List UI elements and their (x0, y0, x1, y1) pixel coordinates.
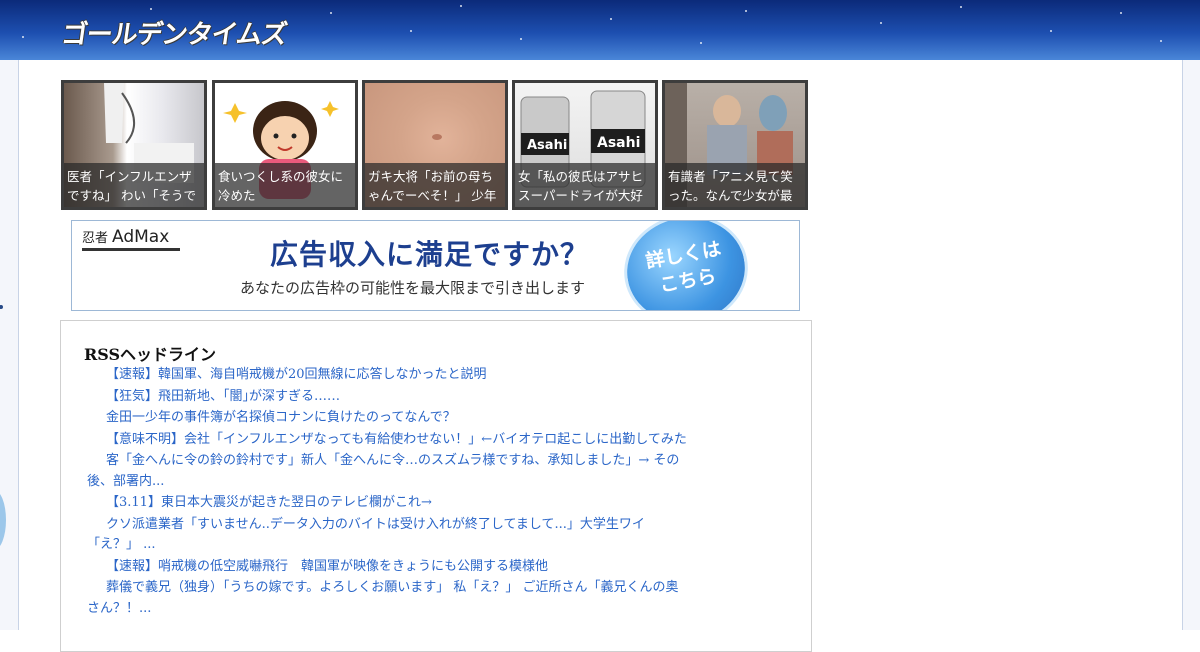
svg-text:Asahi: Asahi (597, 135, 640, 151)
rss-headline-box: RSSヘッドライン 【速報】韓国軍、海自哨戒機が20回無線に応答しなかったと説明… (60, 320, 812, 652)
thumbnail-card[interactable]: 医者「インフルエンザですね」 わい「そうで (61, 80, 207, 210)
right-decoration (1182, 60, 1200, 630)
rss-link[interactable]: 【狂気】飛田新地、｢闇｣が深すぎる‥‥‥ (87, 387, 687, 408)
thumbnail-card[interactable]: ガキ大将「お前の母ちゃんでーべそ！」 少年 (362, 80, 508, 210)
svg-text:Asahi: Asahi (527, 138, 567, 153)
site-header: ゴールデンタイムズ (0, 0, 1200, 60)
ad-brand-underline (82, 248, 180, 251)
ad-headline: 広告収入に満足ですか？ (270, 238, 590, 271)
rss-link[interactable]: 【速報】韓国軍、海自哨戒機が20回無線に応答しなかったと説明 (87, 365, 687, 386)
decoration-arc (0, 490, 6, 550)
ad-brand: 忍者 AdMax (82, 227, 169, 247)
decoration-dot (0, 305, 3, 309)
rss-link[interactable]: 【意味不明】会社「インフルエンザなっても有給使わせない！」←バイオテロ起こしに出… (87, 430, 687, 451)
rss-link[interactable]: 金田一少年の事件簿が名探偵コナンに負けたのってなんで？ (87, 408, 687, 429)
rss-link[interactable]: 【速報】哨戒機の低空威嚇飛行 韓国軍が映像をきょうにも公開する模様他 (87, 557, 687, 578)
thumbnail-caption: ガキ大将「お前の母ちゃんでーべそ！」 少年 (365, 163, 505, 207)
thumbnail-caption: 女「私の彼氏はアサヒスーパードライが大好 (515, 163, 655, 207)
thumbnail-card[interactable]: 有識者「アニメ見て笑った。なんで少女が最 (662, 80, 808, 210)
featured-thumbnails: 医者「インフルエンザですね」 わい「そうで 食いつくし系の彼女に冷めた ガキ大将… (61, 80, 811, 210)
rss-link[interactable]: 葬儀で義兄（独身）「うちの嫁です。よろしくお願います」 私「え？」 ご近所さん「… (87, 578, 687, 619)
rss-list: 【速報】韓国軍、海自哨戒機が20回無線に応答しなかったと説明 【狂気】飛田新地、… (87, 365, 687, 620)
thumbnail-card[interactable]: 食いつくし系の彼女に冷めた (212, 80, 358, 210)
rss-link[interactable]: 【3.11】東日本大震災が起きた翌日のテレビ欄がこれ→ (87, 493, 687, 514)
ad-brand-name: AdMax (112, 227, 170, 247)
rss-link[interactable]: 客「金へんに令の鈴の鈴村です」新人「金へんに令…のスズムラ様ですね、承知しました… (87, 451, 687, 492)
ad-details-button[interactable]: 詳しくは こちら (615, 221, 757, 310)
thumbnail-card[interactable]: Asahi Asahi 女「私の彼氏はアサヒスーパードライが大好 (512, 80, 658, 210)
site-logo[interactable]: ゴールデンタイムズ (59, 14, 289, 51)
thumbnail-caption: 有識者「アニメ見て笑った。なんで少女が最 (665, 163, 805, 207)
thumbnail-caption: 食いつくし系の彼女に冷めた (215, 163, 355, 207)
ad-banner[interactable]: 忍者 AdMax 広告収入に満足ですか？ あなたの広告枠の可能性を最大限まで引き出… (71, 220, 800, 311)
ad-brand-ja: 忍者 (82, 231, 109, 246)
thumbnail-caption: 医者「インフルエンザですね」 わい「そうで (64, 163, 204, 207)
left-decoration (0, 60, 19, 630)
ad-subline: あなたの広告枠の可能性を最大限まで引き出します (240, 279, 586, 297)
rss-link[interactable]: クソ派遣業者「すいません..データ入力のバイトは受け入れが終了してまして...」… (87, 515, 687, 556)
rss-title: RSSヘッドライン (84, 345, 217, 364)
